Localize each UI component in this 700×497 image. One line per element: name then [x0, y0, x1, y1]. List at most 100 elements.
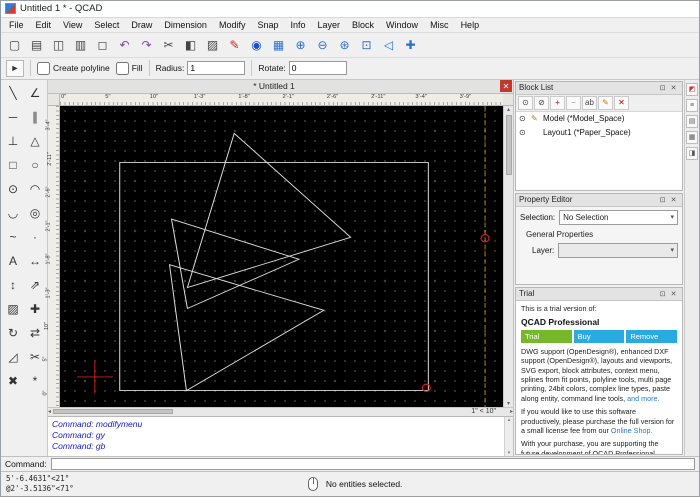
toolbar-button[interactable]: ⊕ — [290, 35, 311, 56]
cad-tool-button[interactable]: ▨ — [2, 297, 24, 321]
block-list-tool-button[interactable]: ab — [582, 95, 597, 110]
menu-item[interactable]: Snap — [251, 19, 284, 31]
cad-tool-button[interactable]: ~ — [2, 225, 24, 249]
toolbar-button[interactable]: ✚ — [400, 35, 421, 56]
cad-tool-button[interactable]: ↻ — [2, 321, 24, 345]
menu-item[interactable]: Misc — [424, 19, 455, 31]
cad-tool-button[interactable]: * — [24, 369, 46, 393]
block-list-tool-button[interactable]: + — [550, 95, 565, 110]
cad-tool-button[interactable]: ◠ — [24, 177, 46, 201]
vertical-scrollbar[interactable]: ▴ ▾ — [503, 105, 513, 407]
menu-item[interactable]: Block — [346, 19, 380, 31]
dock-tab-button[interactable]: ▦ — [686, 130, 698, 144]
create-polyline-checkbox[interactable] — [37, 61, 50, 75]
toolbar-button[interactable]: ✎ — [224, 35, 245, 56]
toolbar-button[interactable]: ⊖ — [312, 35, 333, 56]
float-panel-icon[interactable]: ⊡ — [657, 290, 668, 298]
toolbar-button[interactable]: ◻ — [92, 35, 113, 56]
toolbar-button[interactable]: ↶ — [114, 35, 135, 56]
toolbar-button[interactable]: ◧ — [180, 35, 201, 56]
scroll-left-icon[interactable]: ◂ — [48, 408, 51, 415]
cad-tool-button[interactable]: A — [2, 249, 24, 273]
float-panel-icon[interactable]: ⊡ — [657, 84, 668, 92]
horizontal-scrollbar[interactable]: ◂ 1" < 10" ▸ — [48, 406, 513, 416]
scroll-up-icon[interactable]: ▴ — [507, 106, 510, 113]
block-list-tool-button[interactable]: ✎ — [598, 95, 613, 110]
toolbar-button[interactable]: ▨ — [202, 35, 223, 56]
cad-tool-button[interactable]: ∠ — [24, 81, 46, 105]
cad-tool-button[interactable]: ↔ — [24, 249, 46, 273]
command-history[interactable]: ▴ ▾ Command: modifymenu Command: gy Command… — [48, 415, 513, 456]
radius-input[interactable] — [187, 61, 246, 76]
menu-item[interactable]: Dimension — [158, 19, 213, 31]
cad-tool-button[interactable]: ∥ — [24, 105, 46, 129]
menu-item[interactable]: Draw — [125, 19, 158, 31]
command-input[interactable] — [50, 458, 695, 471]
cad-tool-button[interactable]: · — [24, 225, 46, 249]
trial-button[interactable]: Trial — [521, 330, 572, 344]
visibility-eye-icon[interactable]: ⊙ — [519, 128, 528, 137]
cad-tool-button[interactable]: □ — [2, 153, 24, 177]
block-list-item[interactable]: ⊙ ✎ Model (*Model_Space) — [516, 112, 682, 126]
cad-tool-button[interactable]: ✖ — [2, 369, 24, 393]
block-list-item[interactable]: ⊙ Layout1 (*Paper_Space) — [516, 126, 682, 140]
remove-button[interactable]: Remove — [626, 330, 678, 344]
float-panel-icon[interactable]: ⊡ — [657, 196, 668, 204]
toolbar-button[interactable]: ▤ — [26, 35, 47, 56]
scroll-down-icon[interactable]: ▾ — [507, 400, 510, 407]
menu-item[interactable]: Modify — [213, 19, 252, 31]
close-document-icon[interactable]: ✕ — [500, 80, 512, 93]
visibility-eye-icon[interactable]: ⊙ — [519, 114, 528, 123]
block-list-tool-button[interactable]: ✕ — [614, 95, 629, 110]
buy-button[interactable]: Buy — [573, 330, 625, 344]
close-panel-icon[interactable]: ✕ — [668, 290, 679, 298]
cad-tool-button[interactable]: ✚ — [24, 297, 46, 321]
and-more-link[interactable]: and more. — [627, 394, 659, 403]
toolbar-button[interactable]: ✂ — [158, 35, 179, 56]
toolbar-button[interactable]: ▥ — [70, 35, 91, 56]
cad-tool-button[interactable]: ⊥ — [2, 129, 24, 153]
menu-item[interactable]: View — [57, 19, 88, 31]
cad-tool-button[interactable]: ⇗ — [24, 273, 46, 297]
cad-tool-button[interactable]: ⇄ — [24, 321, 46, 345]
menu-item[interactable]: File — [3, 19, 30, 31]
dock-tab-button[interactable]: ▤ — [686, 114, 698, 128]
close-panel-icon[interactable]: ✕ — [668, 196, 679, 204]
horizontal-scroll-thumb[interactable] — [53, 409, 174, 415]
toolbar-button[interactable]: ◁ — [378, 35, 399, 56]
toolbar-button[interactable]: ⊛ — [334, 35, 355, 56]
menu-item[interactable]: Layer — [312, 19, 347, 31]
dock-tab-button[interactable]: ◨ — [686, 146, 698, 160]
online-shop-link[interactable]: Online Shop. — [611, 426, 653, 435]
toolbar-button[interactable]: ◉ — [246, 35, 267, 56]
cad-tool-button[interactable]: ◿ — [2, 345, 24, 369]
toolbar-button[interactable]: ↷ — [136, 35, 157, 56]
cad-tool-button[interactable]: ╲ — [2, 81, 24, 105]
cad-tool-button[interactable]: ○ — [24, 153, 46, 177]
cad-tool-button[interactable]: ◡ — [2, 201, 24, 225]
pointer-tool-icon[interactable]: ► — [6, 59, 24, 77]
menu-item[interactable]: Info — [285, 19, 312, 31]
menu-item[interactable]: Help — [455, 19, 486, 31]
cad-tool-button[interactable]: ─ — [2, 105, 24, 129]
toolbar-button[interactable]: ⊡ — [356, 35, 377, 56]
cad-tool-button[interactable]: ◎ — [24, 201, 46, 225]
cad-tool-button[interactable]: ⊙ — [2, 177, 24, 201]
fill-checkbox[interactable] — [115, 61, 129, 75]
cad-tool-button[interactable]: ↕ — [2, 273, 24, 297]
edit-pencil-icon[interactable]: ✎ — [531, 114, 540, 123]
block-list-tool-button[interactable]: − — [566, 95, 581, 110]
dock-tab-button[interactable]: ◩ — [686, 82, 698, 96]
selection-dropdown[interactable]: No Selection ▾ — [559, 209, 678, 225]
layer-dropdown[interactable]: ▾ — [558, 242, 678, 258]
toolbar-button[interactable]: ▦ — [268, 35, 289, 56]
dock-tab-button[interactable]: ≡ — [686, 98, 698, 112]
toolbar-button[interactable]: ◫ — [48, 35, 69, 56]
close-panel-icon[interactable]: ✕ — [668, 84, 679, 92]
block-list-tool-button[interactable]: ⊙ — [518, 95, 533, 110]
menu-item[interactable]: Window — [380, 19, 424, 31]
toolbar-button[interactable]: ▢ — [4, 35, 25, 56]
cad-tool-button[interactable]: △ — [24, 129, 46, 153]
document-tab-title[interactable]: * Untitled 1 — [48, 81, 500, 91]
block-list-tool-button[interactable]: ⊘ — [534, 95, 549, 110]
